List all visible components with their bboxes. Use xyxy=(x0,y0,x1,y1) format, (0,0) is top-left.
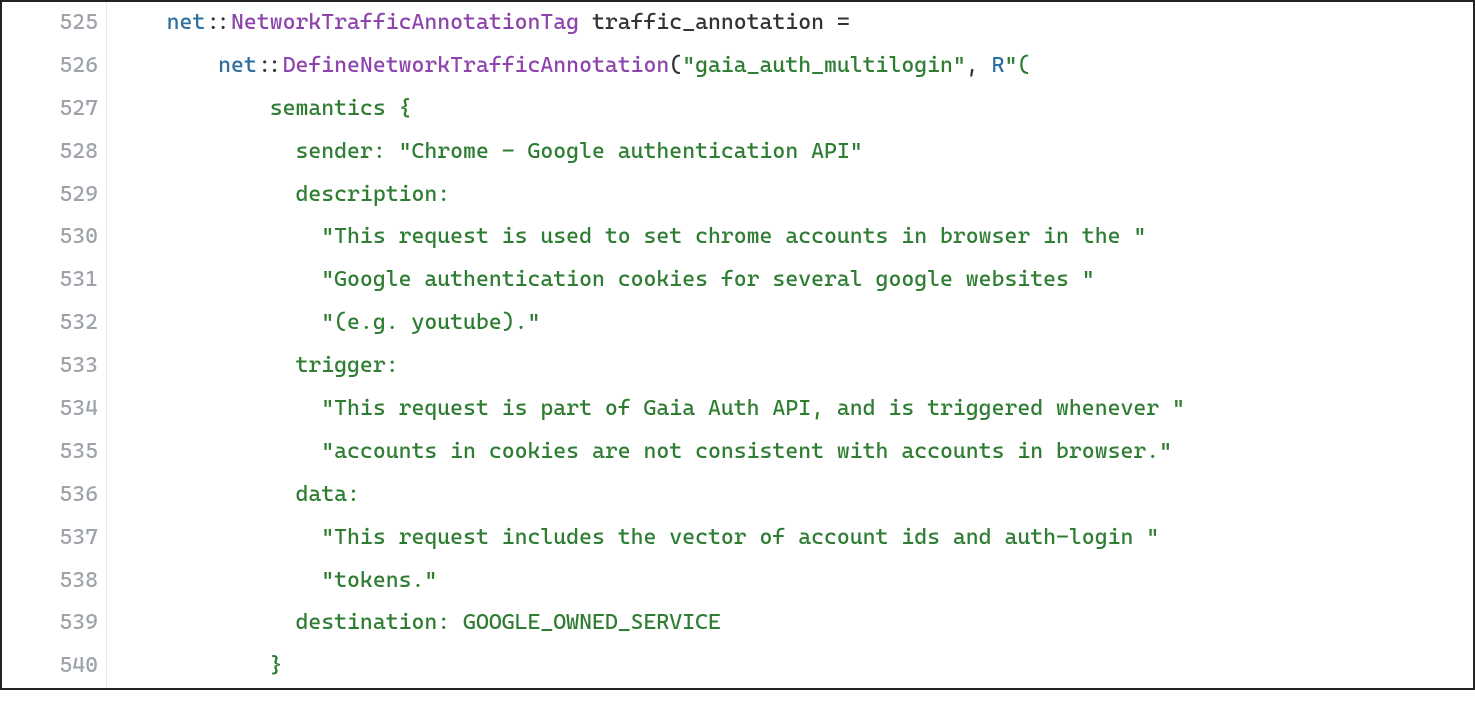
code-text: "This request is used to set chrome acco… xyxy=(107,216,1474,259)
line-number: 531 xyxy=(2,259,107,302)
line-number: 539 xyxy=(2,602,107,645)
code-line: 534 "This request is part of Gaia Auth A… xyxy=(2,388,1473,431)
token: sender: "Chrome - Google authentication … xyxy=(270,139,863,164)
code-text: semantics { xyxy=(107,88,1474,131)
token: :: xyxy=(257,53,283,78)
token: "Google authentication cookies for sever… xyxy=(270,267,1095,292)
code-line: 527 semantics { xyxy=(2,88,1473,131)
code-text: net::NetworkTrafficAnnotationTag traffic… xyxy=(107,2,1474,45)
line-number: 534 xyxy=(2,388,107,431)
code-text: "(e.g. youtube)." xyxy=(107,302,1474,345)
token: R xyxy=(992,53,1005,78)
token: "tokens." xyxy=(270,568,438,593)
code-text: data: xyxy=(107,474,1474,517)
token: description: xyxy=(270,182,450,207)
code-text: "accounts in cookies are not consistent … xyxy=(107,431,1474,474)
line-number: 530 xyxy=(2,216,107,259)
code-block: 525 net::NetworkTrafficAnnotationTag tra… xyxy=(0,0,1475,690)
code-line: 539 destination: GOOGLE_OWNED_SERVICE xyxy=(2,602,1473,645)
code-line: 525 net::NetworkTrafficAnnotationTag tra… xyxy=(2,2,1473,45)
token: "This request includes the vector of acc… xyxy=(270,525,1159,550)
code-text: trigger: xyxy=(107,345,1474,388)
line-number: 540 xyxy=(2,645,107,688)
token: net xyxy=(167,10,206,35)
token: , xyxy=(966,53,992,78)
code-line: 533 trigger: xyxy=(2,345,1473,388)
line-number: 533 xyxy=(2,345,107,388)
token: semantics { xyxy=(270,96,412,121)
token: destination: GOOGLE_OWNED_SERVICE xyxy=(270,610,721,635)
token: data: xyxy=(270,482,360,507)
code-text: } xyxy=(107,645,1474,688)
token: "gaia_auth_multilogin" xyxy=(682,53,966,78)
token: NetworkTrafficAnnotationTag xyxy=(231,10,579,35)
token: DefineNetworkTrafficAnnotation xyxy=(283,53,670,78)
code-text: description: xyxy=(107,174,1474,217)
code-text: "This request is part of Gaia Auth API, … xyxy=(107,388,1474,431)
code-line: 531 "Google authentication cookies for s… xyxy=(2,259,1473,302)
token: "This request is used to set chrome acco… xyxy=(270,224,1147,249)
token: } xyxy=(270,653,283,678)
code-line: 537 "This request includes the vector of… xyxy=(2,517,1473,560)
line-number: 532 xyxy=(2,302,107,345)
code-line: 538 "tokens." xyxy=(2,560,1473,603)
token: "( xyxy=(1004,53,1030,78)
code-line: 526 net::DefineNetworkTrafficAnnotation(… xyxy=(2,45,1473,88)
line-number: 526 xyxy=(2,45,107,88)
code-text: sender: "Chrome - Google authentication … xyxy=(107,131,1474,174)
code-line: 532 "(e.g. youtube)." xyxy=(2,302,1473,345)
token: = xyxy=(837,10,850,35)
code-text: "tokens." xyxy=(107,560,1474,603)
token: net xyxy=(218,53,257,78)
code-line: 540 } xyxy=(2,645,1473,688)
token: ( xyxy=(669,53,682,78)
token: trigger: xyxy=(270,353,399,378)
line-number: 529 xyxy=(2,174,107,217)
line-number: 527 xyxy=(2,88,107,131)
line-number: 525 xyxy=(2,2,107,45)
code-text: "Google authentication cookies for sever… xyxy=(107,259,1474,302)
line-number: 538 xyxy=(2,560,107,603)
token: "accounts in cookies are not consistent … xyxy=(270,439,1172,464)
token: :: xyxy=(205,10,231,35)
code-line: 535 "accounts in cookies are not consist… xyxy=(2,431,1473,474)
code-text: destination: GOOGLE_OWNED_SERVICE xyxy=(107,602,1474,645)
line-number: 536 xyxy=(2,474,107,517)
token: traffic_annotation xyxy=(579,10,837,35)
token: "(e.g. youtube)." xyxy=(270,310,541,335)
code-line: 529 description: xyxy=(2,174,1473,217)
code-line: 530 "This request is used to set chrome … xyxy=(2,216,1473,259)
code-text: "This request includes the vector of acc… xyxy=(107,517,1474,560)
code-text: net::DefineNetworkTrafficAnnotation("gai… xyxy=(107,45,1474,88)
line-number: 537 xyxy=(2,517,107,560)
line-number: 528 xyxy=(2,131,107,174)
code-line: 528 sender: "Chrome - Google authenticat… xyxy=(2,131,1473,174)
code-table: 525 net::NetworkTrafficAnnotationTag tra… xyxy=(2,2,1473,688)
code-line: 536 data: xyxy=(2,474,1473,517)
token: "This request is part of Gaia Auth API, … xyxy=(270,396,1185,421)
line-number: 535 xyxy=(2,431,107,474)
